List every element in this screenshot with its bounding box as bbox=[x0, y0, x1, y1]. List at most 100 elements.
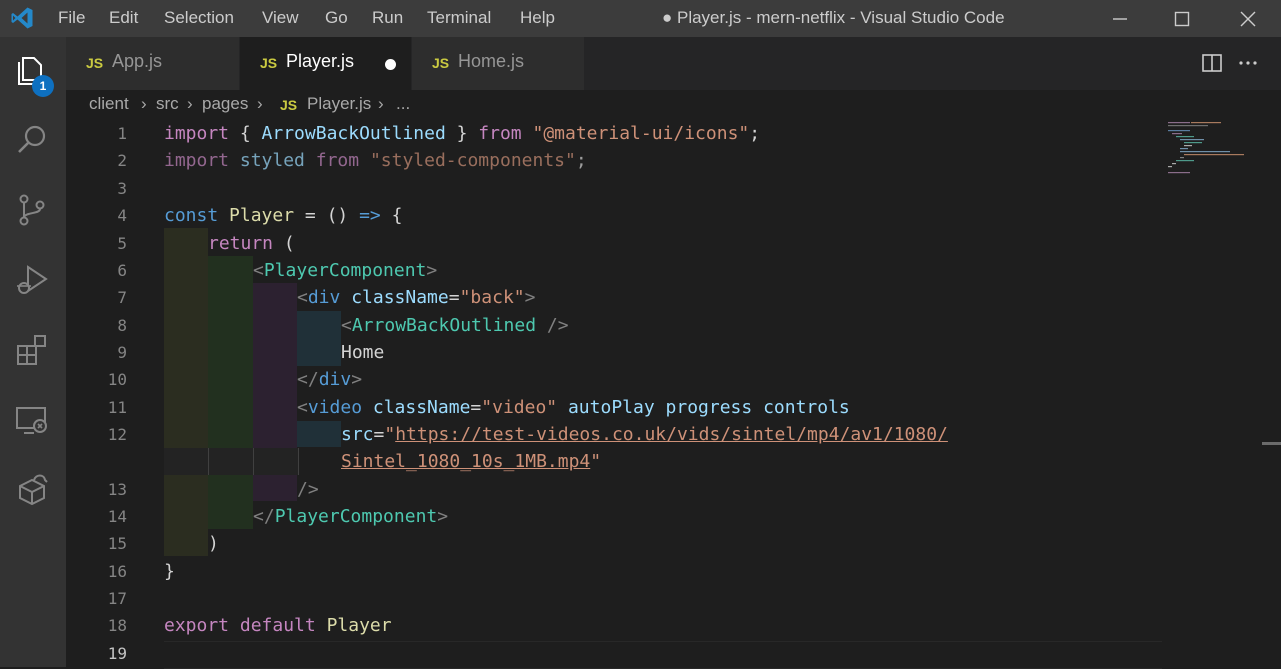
more-actions-icon[interactable] bbox=[1236, 51, 1260, 75]
menu-edit[interactable]: Edit bbox=[109, 0, 138, 37]
maximize-button[interactable] bbox=[1152, 0, 1212, 37]
menu-run[interactable]: Run bbox=[372, 0, 403, 37]
token: < bbox=[297, 287, 308, 308]
token: video bbox=[307, 397, 363, 418]
js-file-icon: JS bbox=[260, 55, 278, 71]
unsaved-dot-icon[interactable] bbox=[385, 59, 396, 70]
token: > bbox=[351, 369, 363, 390]
url-link[interactable]: https://test-videos.co.uk/vids/sintel/mp… bbox=[395, 424, 948, 445]
tab-app-js[interactable]: JS App.js bbox=[66, 37, 239, 90]
minimap[interactable] bbox=[1166, 120, 1266, 320]
code-line-5[interactable]: return ( bbox=[208, 230, 295, 257]
line-number: 8 bbox=[117, 316, 127, 335]
token: className bbox=[351, 287, 449, 308]
breadcrumb-client[interactable]: client bbox=[89, 94, 129, 114]
indent-guide bbox=[164, 228, 208, 556]
minimize-icon bbox=[1113, 17, 1127, 20]
close-window-button[interactable] bbox=[1218, 0, 1278, 37]
code-line-4[interactable]: const Player = () => { bbox=[164, 202, 402, 229]
code-line-7[interactable]: <div className="back"> bbox=[297, 284, 535, 311]
token: PlayerComponent bbox=[263, 260, 427, 281]
code-editor[interactable]: 1 2 3 4 5 6 7 8 9 10 11 12 13 14 15 16 1… bbox=[66, 120, 1281, 669]
code-line-12[interactable]: src="https://test-videos.co.uk/vids/sint… bbox=[341, 421, 948, 448]
code-line-11[interactable]: <video className="video" autoPlay progre… bbox=[297, 394, 850, 421]
token: ; bbox=[749, 123, 761, 144]
token: Player bbox=[229, 205, 295, 226]
explorer-button[interactable]: 1 bbox=[0, 37, 66, 103]
token: = bbox=[470, 397, 482, 418]
code-line-8[interactable]: <ArrowBackOutlined /> bbox=[341, 312, 569, 339]
breadcrumb-pages[interactable]: pages bbox=[202, 94, 248, 114]
search-button[interactable] bbox=[0, 107, 66, 173]
token: ) bbox=[208, 533, 219, 554]
code-line-16[interactable]: } bbox=[164, 558, 175, 585]
tab-home-js[interactable]: JS Home.js bbox=[412, 37, 584, 90]
token: => bbox=[359, 205, 381, 226]
js-file-icon: JS bbox=[432, 55, 450, 71]
code-line-6[interactable]: <PlayerComponent> bbox=[253, 257, 437, 284]
line-number: 6 bbox=[117, 261, 127, 280]
token: "video" bbox=[481, 397, 558, 418]
token: src bbox=[341, 424, 374, 445]
menu-selection[interactable]: Selection bbox=[164, 0, 234, 37]
menu-view[interactable]: View bbox=[262, 0, 299, 37]
url-link[interactable]: Sintel_1080_10s_1MB.mp4 bbox=[341, 451, 590, 472]
breadcrumb-file[interactable]: Player.js bbox=[307, 94, 371, 114]
token: Player bbox=[326, 615, 392, 636]
token: div bbox=[318, 369, 352, 390]
run-debug-button[interactable] bbox=[0, 247, 66, 313]
token: { bbox=[229, 123, 262, 144]
vscode-logo-icon[interactable] bbox=[10, 6, 34, 30]
minimize-button[interactable] bbox=[1090, 0, 1150, 37]
source-control-button[interactable] bbox=[0, 177, 66, 243]
indent-guide bbox=[164, 448, 208, 475]
code-line-15[interactable]: ) bbox=[208, 530, 219, 557]
menu-help[interactable]: Help bbox=[520, 0, 555, 37]
token: export bbox=[164, 615, 230, 636]
menu-terminal[interactable]: Terminal bbox=[427, 0, 491, 37]
code-line-9[interactable]: Home bbox=[341, 339, 384, 366]
menu-go[interactable]: Go bbox=[325, 0, 348, 37]
token: > bbox=[437, 506, 449, 527]
remote-explorer-icon bbox=[16, 407, 47, 434]
line-number: 14 bbox=[107, 507, 127, 526]
token: autoPlay bbox=[567, 397, 655, 418]
scrollbar-cursor-marker bbox=[1262, 442, 1281, 445]
token: = bbox=[448, 287, 460, 308]
token: import bbox=[164, 123, 230, 144]
code-line-12-wrapped[interactable]: Sintel_1080_10s_1MB.mp4" bbox=[341, 448, 601, 475]
code-line-18[interactable]: export default Player bbox=[164, 612, 392, 639]
split-editor-icon[interactable] bbox=[1200, 51, 1224, 75]
remote-explorer-button[interactable] bbox=[0, 387, 66, 453]
editor-tab-bar: JS App.js JS Player.js JS Home.js bbox=[66, 37, 1281, 90]
activity-bar: 1 bbox=[0, 37, 66, 667]
breadcrumb-symbol[interactable]: ... bbox=[396, 94, 410, 114]
code-line-10[interactable]: </div> bbox=[297, 366, 362, 393]
tab-label: Player.js bbox=[286, 51, 355, 71]
code-line-2[interactable]: import styled from "styled-components"; bbox=[164, 147, 587, 174]
token: from bbox=[478, 123, 522, 144]
docker-button[interactable] bbox=[0, 457, 66, 523]
tab-player-js[interactable]: JS Player.js bbox=[240, 37, 411, 90]
window-title: ● Player.js - mern-netflix - Visual Stud… bbox=[662, 8, 1005, 27]
extensions-button[interactable] bbox=[0, 317, 66, 383]
token: = bbox=[373, 424, 385, 445]
code-line-1[interactable]: import { ArrowBackOutlined } from "@mate… bbox=[164, 120, 760, 147]
code-line-14[interactable]: </PlayerComponent> bbox=[253, 503, 448, 530]
indent-guide bbox=[208, 448, 254, 475]
token: import bbox=[164, 150, 230, 171]
docker-icon bbox=[19, 474, 48, 506]
token: default bbox=[239, 615, 316, 636]
token: "back" bbox=[459, 287, 525, 308]
vertical-scrollbar[interactable] bbox=[1262, 120, 1281, 667]
code-line-13[interactable]: /> bbox=[297, 476, 319, 503]
breadcrumb-src[interactable]: src bbox=[156, 94, 179, 114]
tab-label: App.js bbox=[112, 51, 163, 71]
line-number: 1 bbox=[117, 124, 127, 143]
line-number: 17 bbox=[107, 589, 127, 608]
current-line-highlight bbox=[164, 641, 1162, 669]
menu-file[interactable]: File bbox=[58, 0, 85, 37]
